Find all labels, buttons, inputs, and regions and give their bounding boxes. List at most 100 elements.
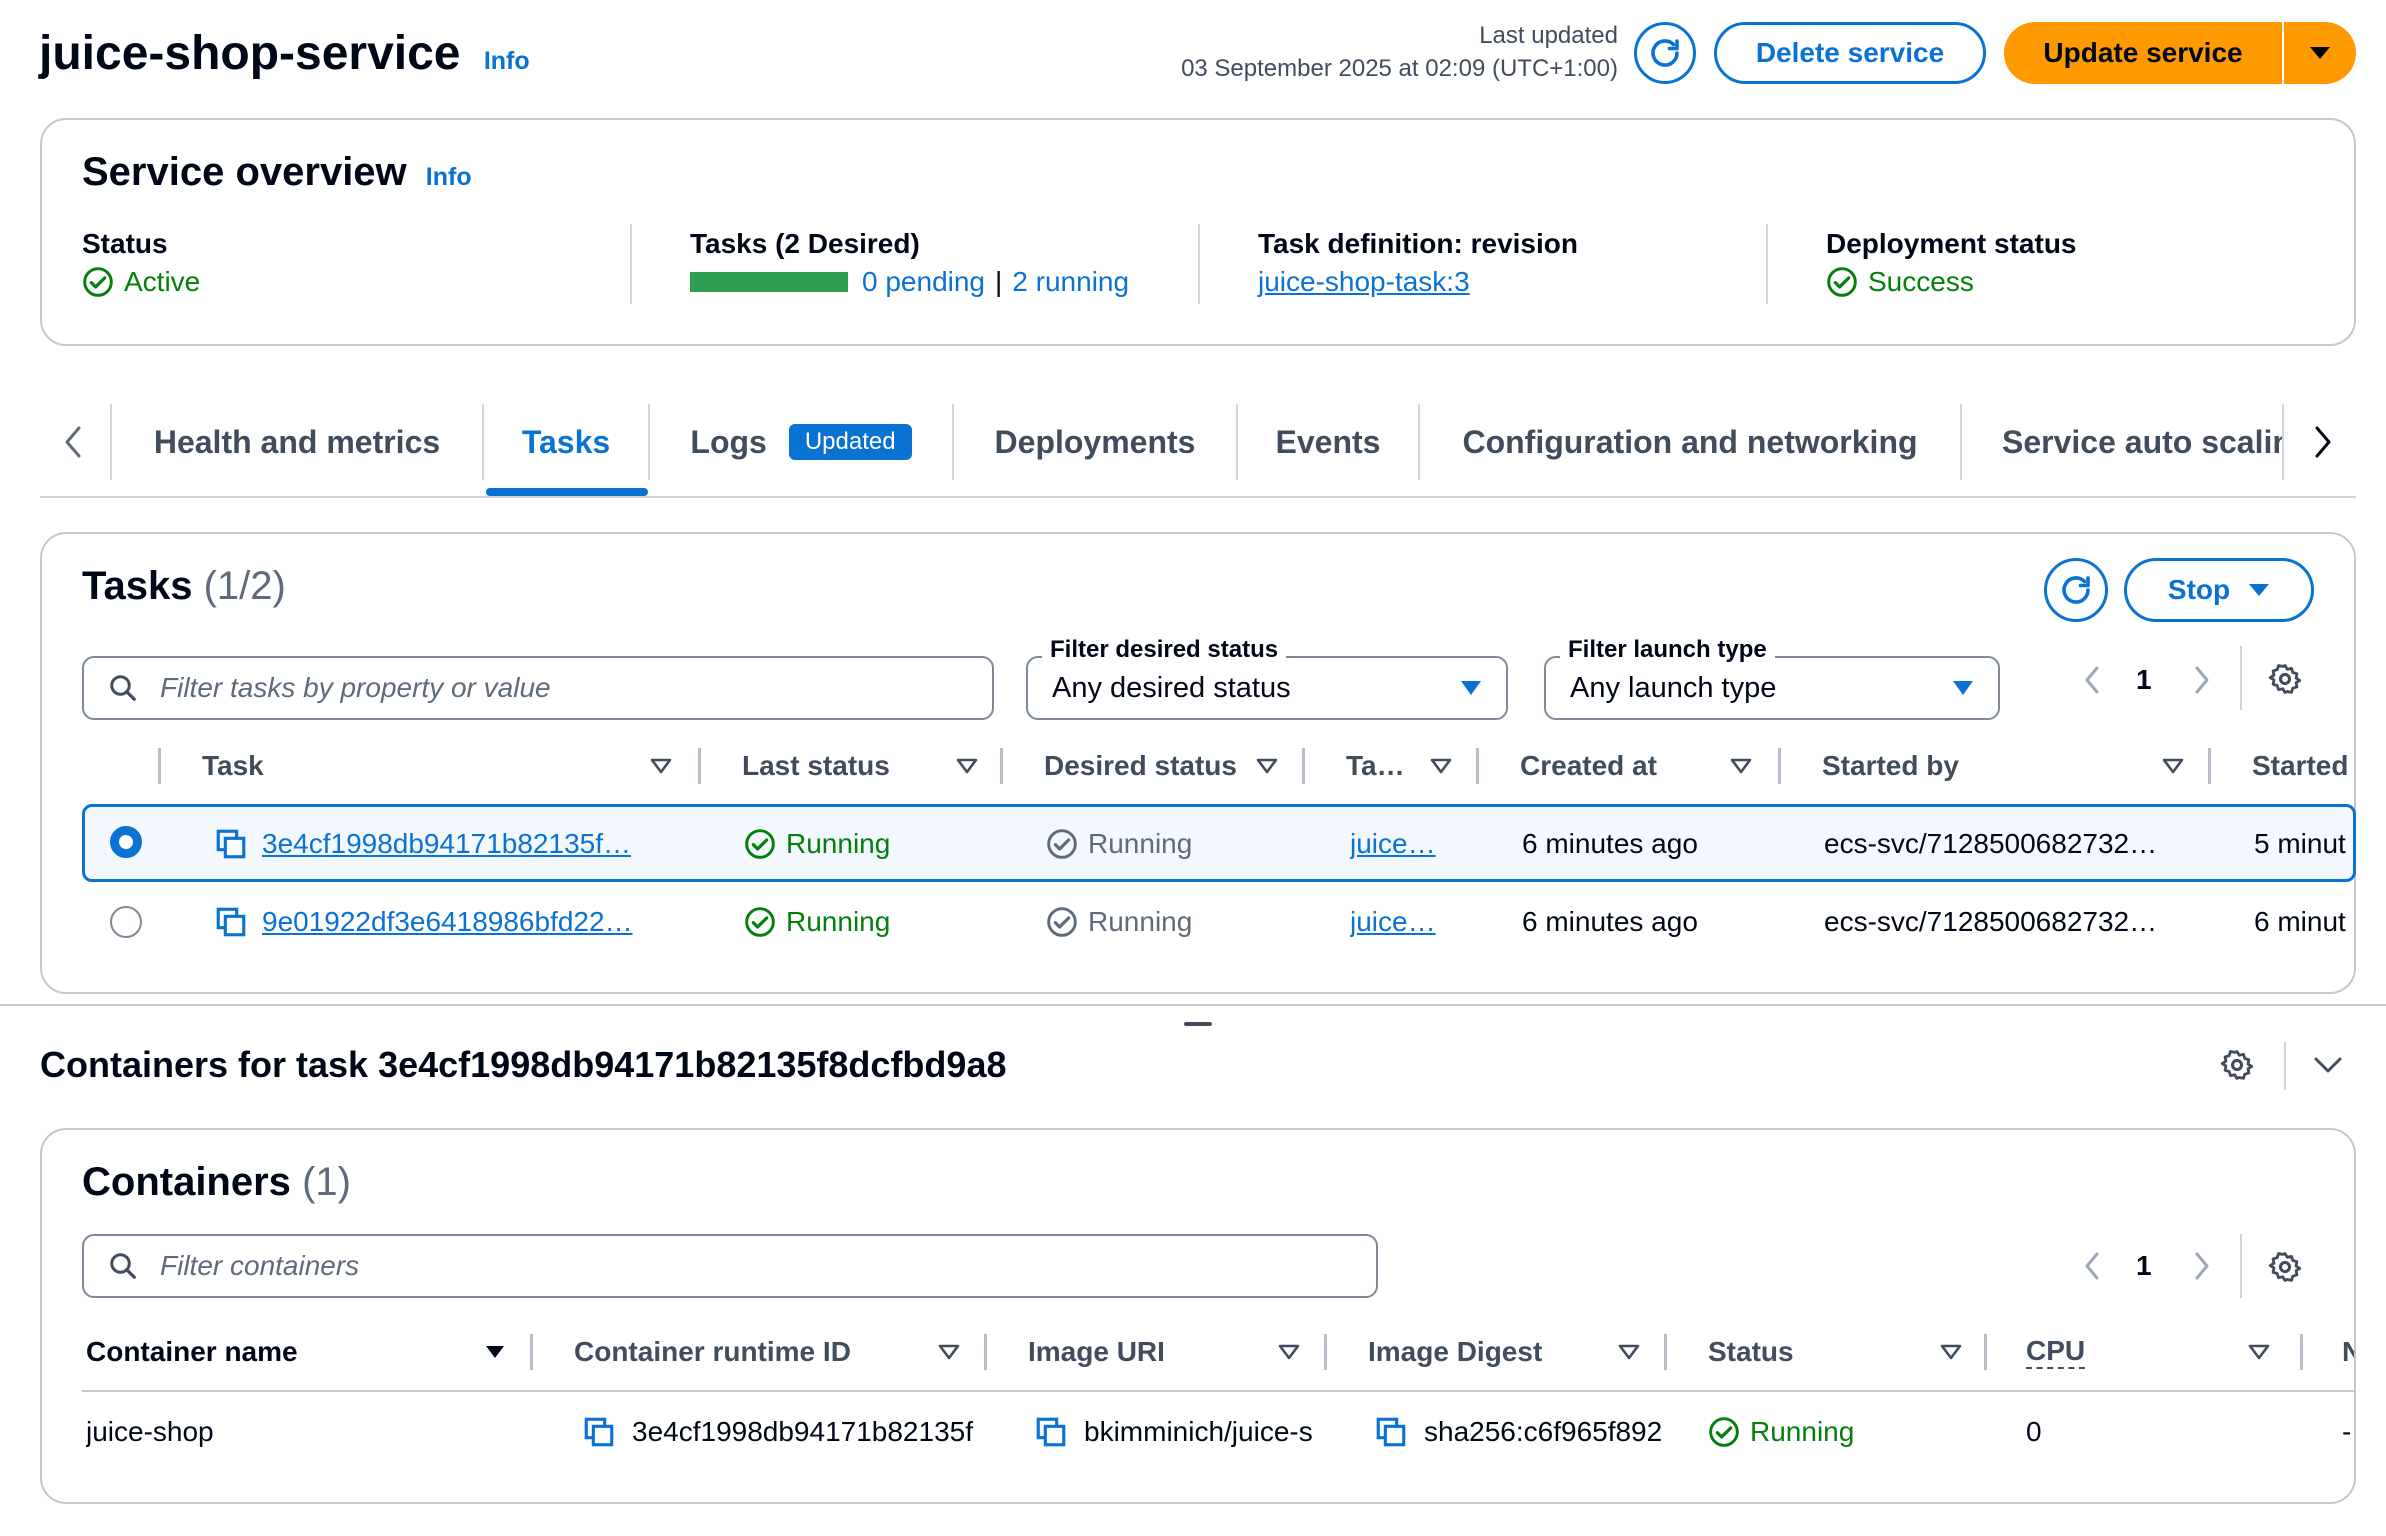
tab-health-and-metrics[interactable]: Health and metrics <box>112 402 482 482</box>
filter-launch-type-select[interactable]: Any launch type <box>1544 656 2000 720</box>
tabs-scroll-right[interactable] <box>2310 424 2334 460</box>
containers-search-input[interactable]: Filter containers <box>82 1234 1378 1298</box>
created-at-cell: 6 minutes ago <box>1522 828 1698 859</box>
row-select-radio[interactable] <box>110 826 142 858</box>
column-header-container-name[interactable]: Container name <box>86 1334 506 1370</box>
split-panel-divider <box>0 1004 2386 1006</box>
copy-icon[interactable] <box>1374 1415 1408 1449</box>
tasks-search-input[interactable]: Filter tasks by property or value <box>82 656 994 720</box>
containers-preferences-button[interactable] <box>2268 1250 2302 1284</box>
success-icon <box>745 829 775 859</box>
tasks-summary-value: 0 pending | 2 running <box>690 266 1129 298</box>
refresh-button[interactable] <box>1634 22 1696 84</box>
gear-icon <box>2220 1050 2254 1080</box>
delete-service-button[interactable]: Delete service <box>1714 22 1986 84</box>
column-header-created-at[interactable]: Created at <box>1520 748 1752 784</box>
chevron-down-icon <box>2314 1057 2342 1073</box>
containers-prev-page[interactable] <box>2082 1250 2102 1282</box>
filter-desired-status-label: Filter desired status <box>1042 636 1287 664</box>
resize-handle[interactable] <box>1184 1022 1212 1026</box>
copy-icon[interactable] <box>582 1415 616 1449</box>
tabs-scroll-left[interactable] <box>62 424 86 460</box>
tasks-progress-bar <box>690 272 848 292</box>
tasks-page-number[interactable]: 1 <box>2136 664 2152 696</box>
update-service-dropdown[interactable] <box>2284 22 2356 84</box>
last-updated-label: Last updated <box>1479 22 1618 49</box>
copy-icon[interactable] <box>214 905 248 939</box>
column-header-started-by[interactable]: Started by <box>1822 748 2184 784</box>
chevron-left-icon <box>2085 666 2099 694</box>
sort-caret-icon <box>1618 1344 1640 1360</box>
info-link[interactable]: Info <box>484 47 530 75</box>
update-service-button[interactable]: Update service <box>2004 22 2282 84</box>
column-header-last-status[interactable]: Last status <box>742 748 978 784</box>
copy-icon[interactable] <box>214 827 248 861</box>
row-select-radio[interactable] <box>110 906 142 938</box>
tasks-next-page[interactable] <box>2192 664 2212 696</box>
column-header-started[interactable]: Started <box>2252 748 2352 784</box>
last-status-cell: Running <box>744 824 984 864</box>
caret-down-icon <box>2249 584 2270 596</box>
task-id-link[interactable]: 3e4cf1998db94171b82135f… <box>262 828 631 860</box>
sort-caret-icon <box>1730 758 1752 774</box>
panel-preferences-button[interactable] <box>2220 1048 2254 1082</box>
check-circle-icon <box>1047 907 1077 937</box>
filter-desired-status-select[interactable]: Any desired status <box>1026 656 1508 720</box>
caret-down-icon <box>1461 681 1481 695</box>
tabs-divider <box>40 496 2356 498</box>
last-status-cell: Running <box>744 902 984 942</box>
sort-caret-icon <box>938 1344 960 1360</box>
task-id-cell: 9e01922df3e6418986bfd22… <box>214 902 658 942</box>
tasks-pending-link[interactable]: 0 pending <box>862 266 985 298</box>
image-digest-cell: sha256:c6f965f892 <box>1374 1412 1668 1452</box>
column-header-container-runtime-id[interactable]: Container runtime ID <box>574 1334 960 1370</box>
sort-caret-icon <box>486 1346 504 1358</box>
page-title: juice-shop-service Info <box>39 27 530 80</box>
column-header-task[interactable]: Task <box>202 748 672 784</box>
task-definition-cell-link[interactable]: juice… <box>1350 902 1460 942</box>
tab-events[interactable]: Events <box>1238 402 1418 482</box>
column-header-image-uri[interactable]: Image URI <box>1028 1334 1300 1370</box>
tab-configuration-and-networking[interactable]: Configuration and networking <box>1420 402 1960 482</box>
tab-logs[interactable]: Logs Updated <box>650 402 952 482</box>
tab-tasks[interactable]: Tasks <box>484 402 648 482</box>
tasks-summary-label: Tasks (2 Desired) <box>690 228 920 259</box>
tab-service-auto-scaling[interactable]: Service auto scalin <box>1962 402 2282 482</box>
tab-deployments[interactable]: Deployments <box>954 402 1236 482</box>
tasks-prev-page[interactable] <box>2082 664 2102 696</box>
containers-next-page[interactable] <box>2192 1250 2212 1282</box>
sort-caret-icon <box>1256 758 1278 774</box>
task-definition-link[interactable]: juice-shop-task:3 <box>1258 266 1470 298</box>
column-header-task-definition[interactable]: Ta… <box>1346 748 1452 784</box>
column-header-image-digest[interactable]: Image Digest <box>1368 1334 1640 1370</box>
tasks-preferences-button[interactable] <box>2268 662 2302 696</box>
caret-down-icon <box>1953 681 1973 695</box>
success-icon <box>1827 267 1857 297</box>
container-status-cell: Running <box>1708 1412 1968 1452</box>
column-header-truncated[interactable]: N <box>2342 1334 2354 1370</box>
task-definition-cell-link[interactable]: juice… <box>1350 824 1460 864</box>
stop-button[interactable]: Stop <box>2124 558 2314 622</box>
tasks-refresh-button[interactable] <box>2044 558 2108 622</box>
task-id-link[interactable]: 9e01922df3e6418986bfd22… <box>262 906 633 938</box>
collapse-panel-button[interactable] <box>2312 1054 2344 1076</box>
sort-caret-icon <box>2248 1344 2270 1360</box>
sort-caret-icon <box>1940 1344 1962 1360</box>
copy-icon[interactable] <box>1034 1415 1068 1449</box>
column-header-status[interactable]: Status <box>1708 1334 1962 1370</box>
containers-page-number[interactable]: 1 <box>2136 1250 2152 1282</box>
tasks-running-link[interactable]: 2 running <box>1012 266 1129 298</box>
overview-info-link[interactable]: Info <box>426 163 472 191</box>
status-label: Status <box>82 228 168 259</box>
column-header-cpu[interactable]: CPU <box>2026 1334 2270 1370</box>
started-cell: 6 minut <box>2254 906 2346 937</box>
gear-icon <box>2268 664 2302 694</box>
column-header-desired-status[interactable]: Desired status <box>1044 748 1278 784</box>
truncated-cell: - <box>2342 1416 2352 1447</box>
filter-launch-type-label: Filter launch type <box>1560 636 1775 664</box>
tasks-progress-fill <box>690 272 848 292</box>
sort-caret-icon <box>956 758 978 774</box>
chevron-right-icon <box>2315 426 2331 458</box>
success-icon <box>1709 1417 1739 1447</box>
chevron-left-icon <box>65 426 81 458</box>
